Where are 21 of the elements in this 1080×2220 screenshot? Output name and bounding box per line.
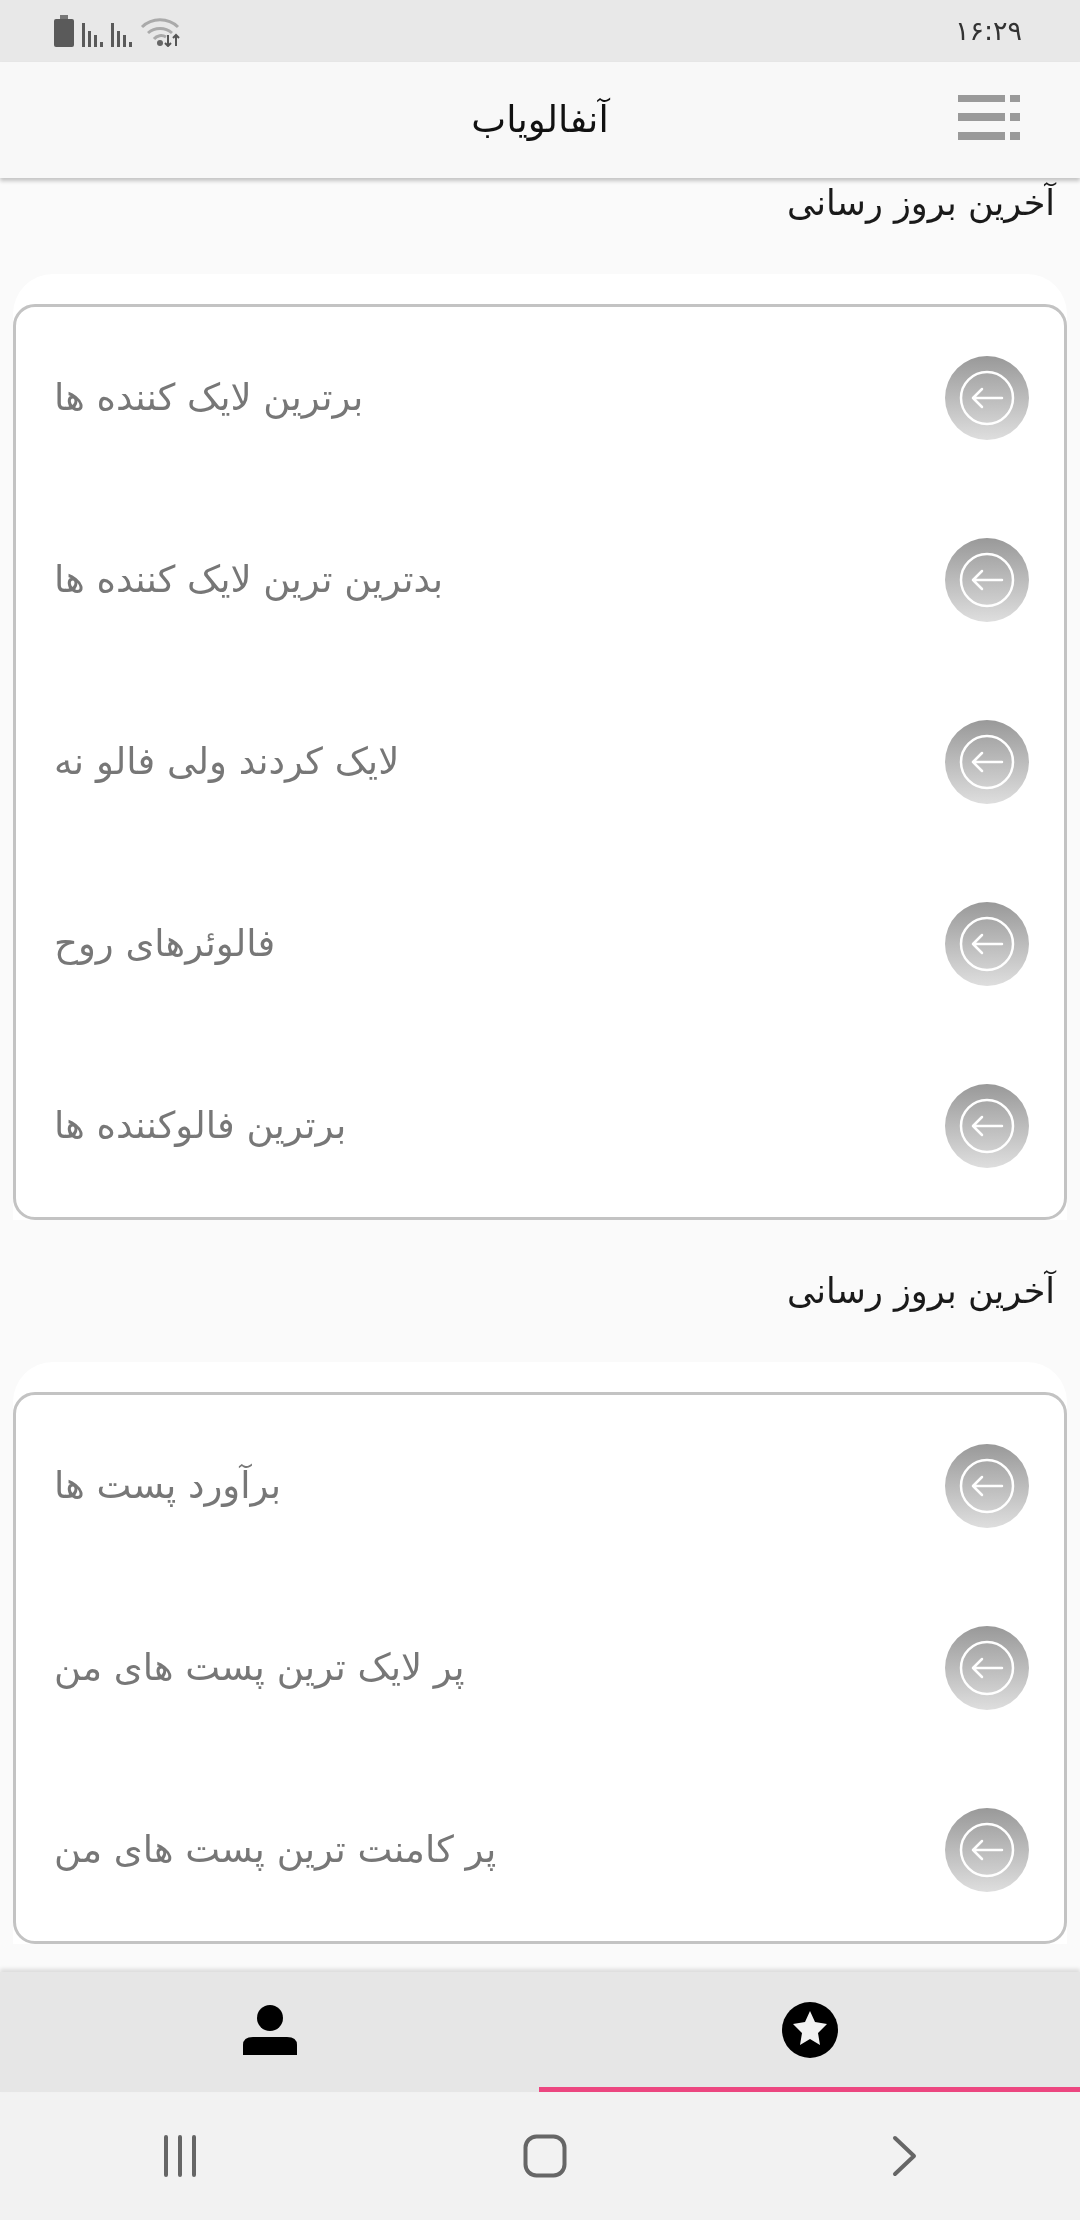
battery-icon xyxy=(54,15,74,47)
list-item[interactable]: بدترین ترین لایک کننده ها xyxy=(16,489,1064,671)
chevron-right-icon[interactable] xyxy=(891,2135,918,2177)
three-bars-icon[interactable] xyxy=(162,2135,199,2177)
list-item[interactable]: فالوئرهای روح xyxy=(16,853,1064,1035)
list-item[interactable]: برترین لایک کننده ها xyxy=(16,307,1064,489)
section-heading: آخرین بروز رسانی xyxy=(786,1269,1058,1314)
list-item[interactable]: برترین فالوکننده ها xyxy=(16,1035,1064,1217)
signal-icon xyxy=(111,23,132,47)
app-title: آنفالویاب xyxy=(471,97,609,144)
menu-icon[interactable] xyxy=(958,95,1020,140)
signal-icon xyxy=(82,23,103,47)
wifi-icon xyxy=(140,17,182,47)
list-item[interactable]: پر کامنت ترین پست های من xyxy=(16,1759,1064,1941)
home-icon[interactable] xyxy=(523,2134,567,2178)
status-time: ۱۶:۲۹ xyxy=(954,13,1022,48)
list-item[interactable]: لایک کردند ولی فالو نه xyxy=(16,671,1064,853)
person-icon xyxy=(242,2004,297,2055)
list-item[interactable]: پر لایک ترین پست های من xyxy=(16,1577,1064,1759)
section-heading: آخرین بروز رسانی xyxy=(786,181,1058,226)
list-item[interactable]: برآورد پست ها xyxy=(16,1395,1064,1577)
